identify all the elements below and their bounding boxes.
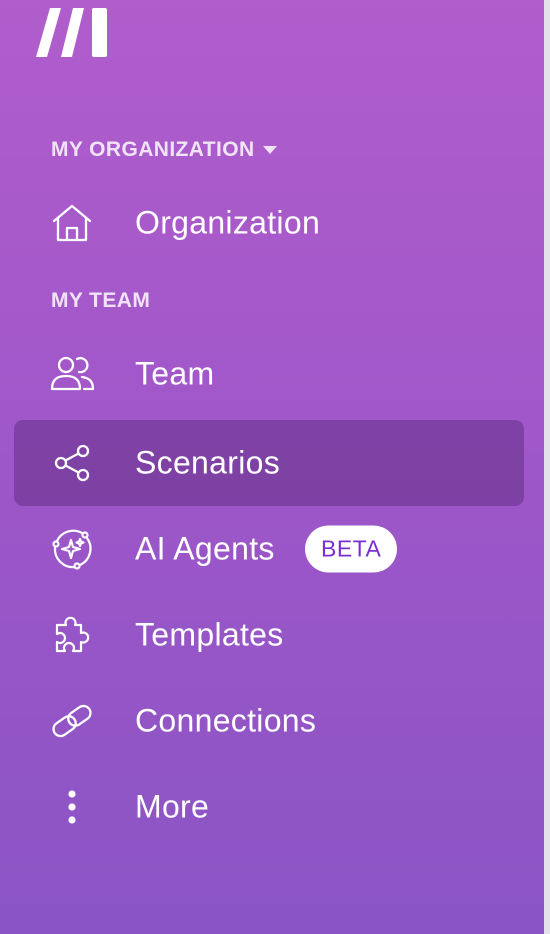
nav-label-connections: Connections (135, 702, 317, 739)
section-my-organization[interactable]: MY ORGANIZATION (51, 138, 277, 162)
section-my-organization-label: MY ORGANIZATION (51, 138, 255, 161)
section-my-team-label: MY TEAM (51, 289, 151, 312)
nav-label-templates: Templates (135, 616, 284, 653)
nav-label-more: More (135, 788, 210, 825)
nav-label-team: Team (135, 355, 215, 392)
nav-item-organization[interactable]: Organization (14, 180, 524, 266)
make-logo[interactable] (36, 6, 110, 58)
ai-sparkle-icon (49, 526, 95, 572)
link-icon (49, 698, 95, 744)
beta-badge: BETA (305, 525, 398, 573)
nav-item-templates[interactable]: Templates (14, 592, 524, 678)
users-icon (49, 351, 95, 397)
nav-item-connections[interactable]: Connections (14, 678, 524, 764)
more-vertical-icon (49, 784, 95, 830)
puzzle-icon (49, 612, 95, 658)
scrollbar-edge[interactable] (544, 0, 550, 934)
nav-item-ai-agents[interactable]: AI Agents BETA (14, 506, 524, 592)
nav-label-scenarios: Scenarios (135, 444, 280, 481)
nav-item-more[interactable]: More (14, 764, 524, 850)
home-icon (49, 200, 95, 246)
nav-item-scenarios[interactable]: Scenarios (14, 420, 524, 506)
sidebar: MY ORGANIZATION Organization MY TEAM Tea… (0, 0, 550, 934)
nav-item-team[interactable]: Team (14, 331, 524, 417)
make-logo-mark (36, 8, 107, 57)
section-my-team: MY TEAM (51, 289, 150, 313)
nav-label-organization: Organization (135, 204, 321, 241)
nav-label-ai-agents: AI Agents (135, 530, 275, 567)
caret-down-icon[interactable] (262, 146, 277, 154)
share-icon (49, 440, 95, 486)
